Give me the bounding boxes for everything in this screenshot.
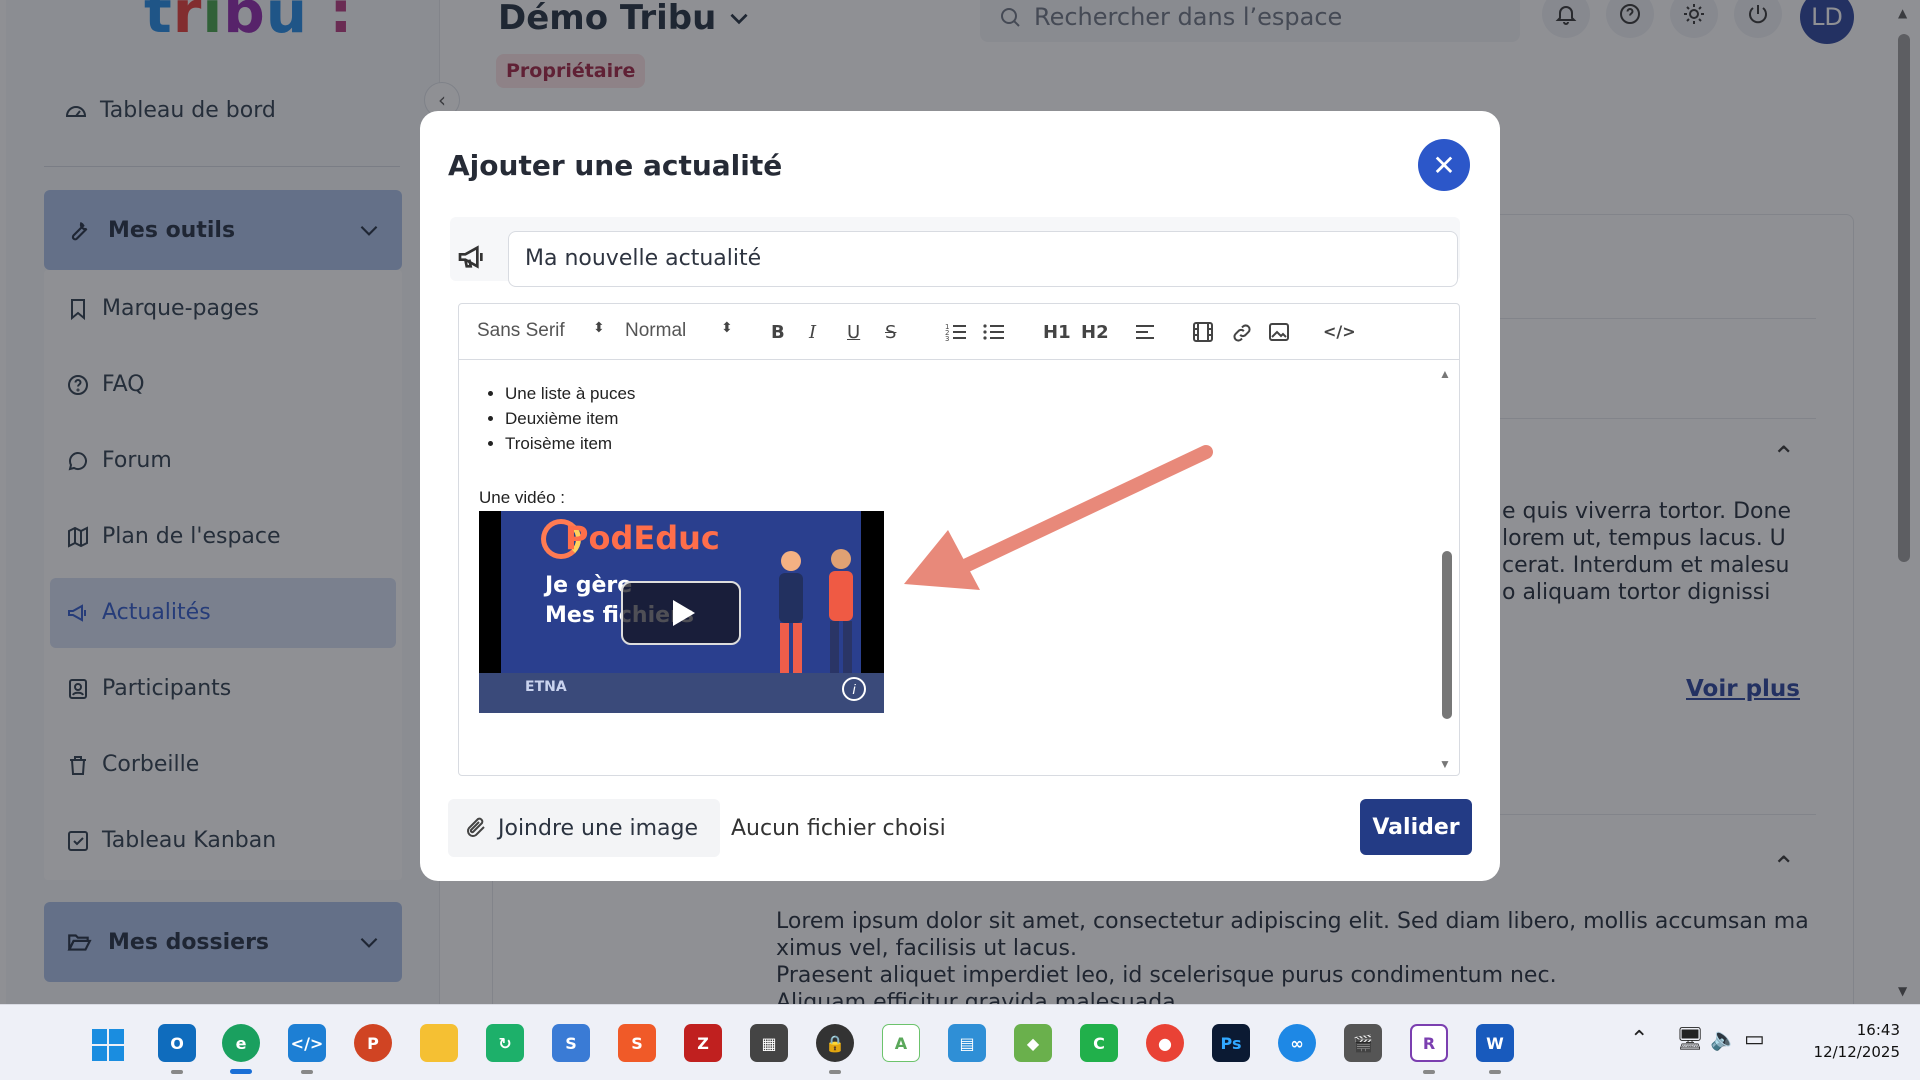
sync-app-icon[interactable]: ↻ (486, 1024, 524, 1062)
nextcloud-app-icon[interactable]: ∞ (1278, 1024, 1316, 1062)
chevron-up-icon[interactable]: ⌃ (1630, 1027, 1648, 1052)
running-indicator (1489, 1070, 1501, 1074)
running-indicator (171, 1070, 183, 1074)
r-app-icon[interactable]: R (1410, 1024, 1448, 1062)
running-indicator (301, 1070, 313, 1074)
c-app-icon[interactable]: C (1080, 1024, 1118, 1062)
network-icon[interactable]: 🖥 (1676, 1027, 1704, 1052)
layers-app-icon[interactable]: ◆ (1014, 1024, 1052, 1062)
outlook-app-icon[interactable]: O (158, 1024, 196, 1062)
active-indicator (230, 1069, 252, 1074)
clock[interactable]: 16:43 12/12/2025 (1780, 1019, 1900, 1063)
taskbar: O e </> P ↻ S S Z ▦ 🔒 A ▤ ◆ C ● Ps ∞ 🎬 R… (0, 1004, 1920, 1080)
edge-app-icon[interactable]: e (222, 1024, 260, 1062)
annotation-arrow-icon (904, 445, 1213, 590)
vpn-lock-icon[interactable]: 🔒 (816, 1024, 854, 1062)
clock-time: 16:43 (1856, 1021, 1900, 1039)
a-app-icon[interactable]: A (882, 1024, 920, 1062)
file-explorer-icon[interactable] (420, 1024, 458, 1062)
terminal-app-icon[interactable]: ▦ (750, 1024, 788, 1062)
running-indicator (829, 1070, 841, 1074)
windows-start-icon[interactable] (92, 1029, 124, 1061)
battery-icon[interactable]: ▭ (1744, 1027, 1765, 1052)
video-editor-app-icon[interactable]: 🎬 (1344, 1024, 1382, 1062)
clock-date: 12/12/2025 (1813, 1043, 1900, 1061)
vscode-app-icon[interactable]: </> (288, 1024, 326, 1062)
word-app-icon[interactable]: W (1476, 1024, 1514, 1062)
cube-app-icon[interactable]: ▤ (948, 1024, 986, 1062)
volume-icon[interactable]: 🔈 (1710, 1027, 1737, 1052)
filezilla-app-icon[interactable]: Z (684, 1024, 722, 1062)
powerpoint-app-icon[interactable]: P (354, 1024, 392, 1062)
chrome-app-icon[interactable]: ● (1146, 1024, 1184, 1062)
running-indicator (1423, 1070, 1435, 1074)
s-orange-app-icon[interactable]: S (618, 1024, 656, 1062)
photoshop-app-icon[interactable]: Ps (1212, 1024, 1250, 1062)
s-app-icon[interactable]: S (552, 1024, 590, 1062)
